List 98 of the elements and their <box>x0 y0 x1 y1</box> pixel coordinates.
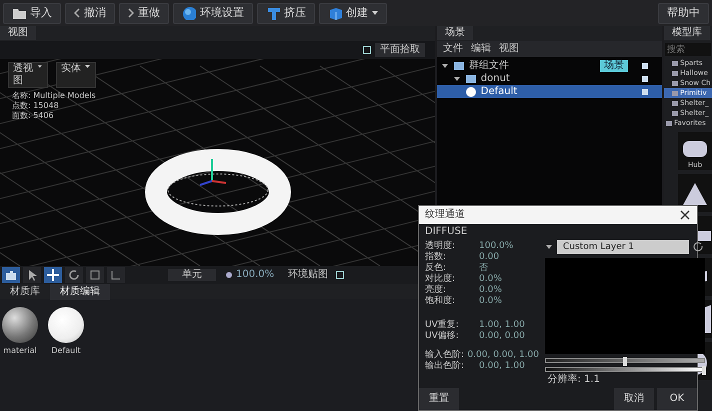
panel-tab[interactable]: 材质库 <box>0 284 50 300</box>
menu-item[interactable]: 视图 <box>498 43 519 55</box>
help-button[interactable]: 帮助中 <box>658 2 709 24</box>
param-label: 输出色阶: <box>425 361 466 372</box>
param-label: 输入色阶: <box>425 350 466 360</box>
close-button[interactable] <box>679 209 691 221</box>
ok-button[interactable]: OK <box>657 388 697 410</box>
param-label: 对比度: <box>425 274 456 284</box>
caret-icon <box>545 243 553 251</box>
resolution-label: 分辨率: 1.1 <box>546 374 601 386</box>
param-label: UV重复: <box>425 320 460 330</box>
extrude-icon <box>266 6 280 20</box>
checkbox[interactable] <box>362 46 371 54</box>
visibility-icon[interactable] <box>642 62 648 68</box>
param-value[interactable]: 100.0% <box>479 240 514 252</box>
panel-tab[interactable]: 材质编辑 <box>50 284 110 300</box>
caret-icon <box>37 63 43 70</box>
pick-toggle-label[interactable]: 平面拾取 <box>374 43 425 57</box>
slider-thumb[interactable] <box>623 357 627 366</box>
tool-button[interactable] <box>107 267 125 283</box>
unit-dropdown[interactable]: 单元 <box>168 269 216 281</box>
sphere-icon <box>464 86 477 98</box>
refresh-icon <box>693 241 705 253</box>
search-field[interactable]: 搜索 <box>665 43 712 56</box>
param-value[interactable]: 0.0% <box>479 274 502 284</box>
info-label: 面数: <box>12 111 31 121</box>
view-dropdown[interactable]: 透视图 <box>8 62 48 88</box>
info-label: 点数: <box>12 101 31 111</box>
info-value: Multiple Models <box>33 91 96 101</box>
toolbar-button[interactable]: 环境设置 <box>173 2 253 24</box>
panel-tab[interactable]: 视图 <box>0 26 36 40</box>
toolbar-button[interactable]: 挤压 <box>257 2 315 24</box>
camera-icon <box>4 268 18 282</box>
environment-map-label: 环境贴图 <box>288 269 328 281</box>
tree-label: Default <box>480 86 518 98</box>
move-icon <box>46 268 60 282</box>
tag-label: 场景 <box>600 60 628 72</box>
cancel-button[interactable]: 取消 <box>614 388 654 410</box>
view-dropdown[interactable]: 实体 <box>56 62 96 88</box>
param-label: 饱和度: <box>425 296 456 306</box>
toolbar-button[interactable]: 撤消 <box>65 2 115 24</box>
panel-tab[interactable]: 模型库 <box>664 26 710 40</box>
axis-gizmo-icon <box>200 159 226 186</box>
param-value[interactable]: 否 <box>479 262 488 274</box>
param-value[interactable]: 0.00, 1.00 <box>479 361 525 372</box>
param-label: UV偏移: <box>425 331 460 342</box>
dialog-title: 纹理通道 <box>425 209 465 221</box>
caret-icon <box>84 63 91 70</box>
layer-field[interactable]: Custom Layer 1 <box>557 240 689 254</box>
toolbar-button[interactable]: 重做 <box>119 2 169 24</box>
tool-button[interactable] <box>44 267 62 283</box>
zoom-field[interactable]: 100.0% <box>219 269 280 281</box>
tool-button[interactable] <box>2 267 20 283</box>
rotate-icon <box>67 268 81 282</box>
material-sphere[interactable] <box>2 307 38 343</box>
info-label: 名称: <box>12 91 31 101</box>
folder-icon <box>12 6 26 20</box>
tool-button[interactable] <box>23 267 41 283</box>
checkbox[interactable] <box>336 271 344 279</box>
folder-icon <box>464 72 477 84</box>
visibility-icon[interactable] <box>642 76 648 82</box>
tool-button[interactable] <box>65 267 83 283</box>
tree-row[interactable]: 群组文件 场景 <box>436 59 662 72</box>
toolbar-button[interactable]: 导入 <box>3 2 61 24</box>
tree-row[interactable]: Default <box>436 85 662 98</box>
param-value[interactable]: 0.00 <box>479 252 500 262</box>
menu-item[interactable]: 编辑 <box>470 43 491 55</box>
info-value: 15048 <box>33 101 59 111</box>
param-value[interactable]: 0.00, 0.00 <box>479 331 525 342</box>
info-value: 5406 <box>33 111 54 121</box>
material-sphere[interactable] <box>48 307 84 343</box>
slider-thumb[interactable] <box>702 366 706 375</box>
param-value[interactable]: 0.0% <box>479 296 502 306</box>
tree-row[interactable]: donut <box>436 72 662 85</box>
toolbar-button[interactable]: 创建 <box>319 2 387 24</box>
param-label: 指数: <box>425 252 448 262</box>
tool-button[interactable] <box>86 267 104 283</box>
tree-label: 群组文件 <box>468 60 509 72</box>
param-value[interactable]: 0.00, 0.00, 1.00 <box>467 350 539 361</box>
param-value[interactable]: 0.0% <box>479 284 502 296</box>
snap-icon <box>109 268 123 282</box>
panel-tab[interactable]: 场景 <box>436 26 473 40</box>
param-value[interactable]: 1.00, 1.00 <box>479 320 525 331</box>
close-icon <box>679 209 691 221</box>
channel-label: DIFFUSE <box>425 226 468 238</box>
material-name: Default <box>51 346 81 356</box>
folder-icon <box>452 60 465 72</box>
param-label: 透明度: <box>425 240 456 252</box>
reset-button[interactable]: 重置 <box>419 388 459 410</box>
scale-icon <box>88 268 102 282</box>
material-name: material <box>3 346 37 356</box>
tree-label: donut <box>480 72 510 84</box>
cube-icon <box>328 6 342 20</box>
param-label: 亮度: <box>425 284 448 296</box>
dot-icon <box>225 271 233 279</box>
menu-item[interactable]: 文件 <box>442 43 463 55</box>
param-label: 反色: <box>425 262 448 274</box>
globe-icon <box>182 6 196 20</box>
